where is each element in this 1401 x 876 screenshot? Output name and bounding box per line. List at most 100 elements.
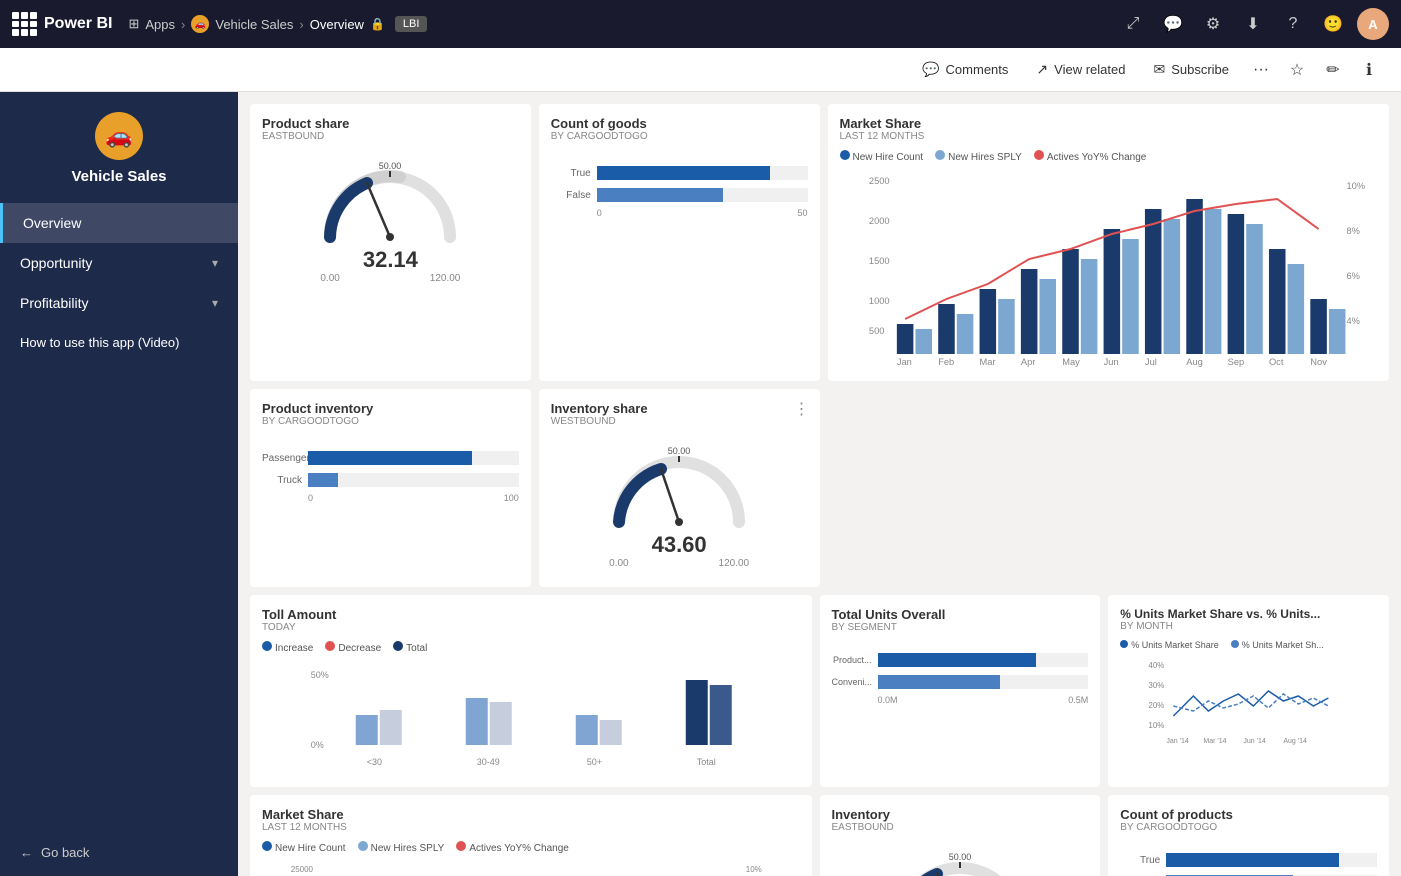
product-seg-bar	[878, 653, 1089, 667]
sidebar-item-opportunity[interactable]: Opportunity ▾	[0, 243, 238, 283]
true-bar	[597, 166, 808, 180]
svg-text:2000: 2000	[868, 216, 889, 226]
svg-text:50.00: 50.00	[379, 161, 402, 171]
sidebar-item-profitability[interactable]: Profitability ▾	[0, 283, 238, 323]
svg-text:Jun: Jun	[1103, 357, 1118, 367]
inventory-share-svg: 50.00	[599, 442, 759, 532]
market-share-chart: 2500 2000 1500 1000 500 10% 8% 6% 4%	[840, 169, 1378, 369]
total-units-subtitle: BY SEGMENT	[832, 622, 1089, 633]
count-products-subtitle: BY CARGOODTOGO	[1120, 822, 1377, 833]
market-share-bottom-title: Market Share	[262, 807, 800, 822]
svg-text:30-49: 30-49	[477, 757, 500, 767]
subscribe-button[interactable]: ✉ Subscribe	[1141, 55, 1241, 84]
toll-svg: 50% 0%	[262, 660, 800, 770]
chat-icon[interactable]: 💬	[1157, 8, 1189, 40]
total-units-title: Total Units Overall	[832, 607, 1089, 622]
settings-icon[interactable]: ⚙	[1197, 8, 1229, 40]
pct-units-card: % Units Market Share vs. % Units... BY M…	[1108, 595, 1389, 787]
svg-text:Mar '14: Mar '14	[1204, 738, 1227, 745]
edit-icon[interactable]: ✏	[1317, 54, 1349, 86]
go-back-button[interactable]: ← Go back	[20, 845, 218, 860]
svg-text:500: 500	[868, 326, 884, 336]
count-products-chart: True False 0 50	[1120, 841, 1377, 876]
inventory-gauge: 50.00 32.14 0.00 120.00	[832, 841, 1089, 876]
svg-text:Total: Total	[697, 757, 716, 767]
svg-text:50%: 50%	[311, 670, 329, 680]
inventory-subtitle: EASTBOUND	[832, 822, 1089, 833]
truck-label: Truck	[262, 475, 302, 486]
lbi-badge[interactable]: LBI	[395, 16, 428, 32]
app-name[interactable]: Vehicle Sales	[215, 17, 293, 32]
svg-text:Aug '14: Aug '14	[1284, 738, 1308, 745]
svg-text:Sep: Sep	[1227, 357, 1244, 367]
sidebar-item-overview[interactable]: Overview	[0, 203, 238, 243]
svg-text:1500: 1500	[868, 256, 889, 266]
product-share-gauge: 50.00 32.14 0.00 120.00	[262, 150, 519, 290]
pct-units-title: % Units Market Share vs. % Units...	[1120, 607, 1377, 621]
svg-text:Mar: Mar	[979, 357, 995, 367]
count-of-goods-chart: True False 0 50	[551, 150, 808, 234]
count-of-goods-card: Count of goods BY CARGOODTOGO True False	[539, 104, 820, 381]
cp-true-label: True	[1120, 855, 1160, 866]
gauge-min: 0.00	[320, 273, 339, 284]
market-share-title: Market Share	[840, 116, 1378, 131]
svg-text:50.00: 50.00	[668, 446, 691, 456]
sidebar: 🚗 Vehicle Sales Overview Opportunity ▾ P…	[0, 92, 238, 876]
sidebar-item-howto[interactable]: How to use this app (Video)	[0, 323, 238, 362]
product-inventory-chart: Passenger Truck 0 100	[262, 435, 519, 519]
product-inventory-card: Product inventory BY CARGOODTOGO Passeng…	[250, 389, 531, 587]
toll-chart: 50% 0%	[262, 660, 800, 775]
view-related-button[interactable]: ↗ View related	[1024, 55, 1137, 84]
inventory-title: Inventory	[832, 807, 1089, 822]
product-share-title: Product share	[262, 116, 519, 131]
bookmark-icon[interactable]: ☆	[1281, 54, 1313, 86]
svg-text:10%: 10%	[746, 865, 762, 874]
info-icon[interactable]: ℹ	[1353, 54, 1385, 86]
market-share-bottom-legend: New Hire Count New Hires SPLY Actives Yo…	[262, 841, 800, 854]
inventory-share-subtitle: WESTBOUND	[551, 416, 808, 427]
svg-text:8%: 8%	[1346, 226, 1359, 236]
passenger-label: Passenger	[262, 453, 302, 464]
true-label: True	[551, 168, 591, 179]
view-related-icon: ↗	[1036, 61, 1048, 78]
count-of-goods-title: Count of goods	[551, 116, 808, 131]
svg-text:2500: 2500	[868, 176, 889, 186]
svg-text:20%: 20%	[1149, 701, 1165, 710]
svg-text:Apr: Apr	[1020, 357, 1034, 367]
comments-button[interactable]: 💬 Comments	[910, 55, 1020, 84]
breadcrumb: ⊞ Apps › 🚗 Vehicle Sales › Overview 🔒 LB…	[128, 15, 427, 33]
svg-text:30%: 30%	[1149, 681, 1165, 690]
svg-text:May: May	[1062, 357, 1080, 367]
market-share-subtitle: LAST 12 MONTHS	[840, 131, 1378, 142]
svg-text:40%: 40%	[1149, 661, 1165, 670]
sidebar-footer: ← Go back	[0, 829, 238, 876]
avatar[interactable]: A	[1357, 8, 1389, 40]
truck-bar	[308, 473, 519, 487]
passenger-bar	[308, 451, 519, 465]
apps-link[interactable]: Apps	[145, 17, 175, 32]
decrease-label: Decrease	[338, 643, 381, 654]
gauge-svg: 50.00	[310, 157, 470, 247]
feedback-icon[interactable]: 🙂	[1317, 8, 1349, 40]
gauge-max: 120.00	[430, 273, 461, 284]
inventory-share-labels: 0.00 120.00	[609, 558, 749, 569]
comments-icon: 💬	[922, 61, 939, 78]
gauge-labels: 0.00 120.00	[320, 273, 460, 284]
more-options-icon[interactable]: ···	[1245, 54, 1277, 86]
help-icon[interactable]: ?	[1277, 8, 1309, 40]
market-share-bottom-chart: 25000 2000 1500 1000 10% 8% 6%	[262, 860, 800, 876]
fullscreen-icon[interactable]: ⤢	[1117, 8, 1149, 40]
download-icon[interactable]: ⬇	[1237, 8, 1269, 40]
chart-hover-area[interactable]	[828, 389, 1390, 587]
increase-label: Increase	[275, 643, 313, 654]
svg-text:4%: 4%	[1346, 316, 1359, 326]
chevron-down-icon: ▾	[212, 256, 218, 270]
app-launcher-icon[interactable]	[12, 12, 36, 36]
card-menu-icon[interactable]: ⋮	[794, 399, 810, 419]
pct-units-chart: 40% 30% 20% 10% Jan '14 Mar '14 Jun '14 …	[1120, 656, 1377, 751]
sidebar-logo-icon: 🚗	[95, 112, 143, 160]
market-share-svg: 2500 2000 1500 1000 500 10% 8% 6% 4%	[840, 169, 1378, 369]
inv-share-max: 120.00	[719, 558, 750, 569]
inv-share-min: 0.00	[609, 558, 628, 569]
svg-text:Jan '14: Jan '14	[1167, 738, 1189, 745]
